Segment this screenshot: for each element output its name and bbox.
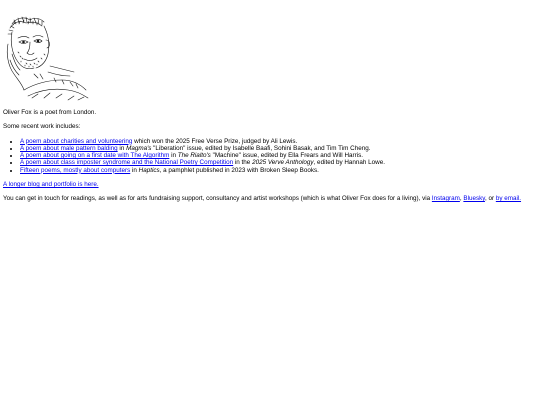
page: Oliver Fox is a poet from London. Some r…: [0, 0, 540, 405]
list-item: A poem about male pattern balding in Mag…: [20, 145, 537, 152]
bluesky-link[interactable]: Bluesky: [463, 195, 485, 202]
list-item: Fifteen poems, mostly about computers in…: [20, 167, 537, 174]
instagram-link[interactable]: Instagram: [432, 195, 460, 202]
self-portrait-sketch-icon: [4, 14, 90, 102]
main-content: Oliver Fox is a poet from London. Some r…: [3, 109, 537, 203]
recent-work-heading: Some recent work includes:: [3, 123, 81, 131]
publication-title: Haptics: [138, 166, 160, 174]
email-link[interactable]: by email.: [496, 195, 521, 202]
work-link-fifteen-poems[interactable]: Fifteen poems, mostly about computers: [20, 167, 130, 174]
work-link-class-imposter[interactable]: A poem about class imposter syndrome and…: [20, 159, 233, 166]
blog-paragraph: A longer blog and portfolio is here.: [3, 181, 537, 188]
contact-text: You can get in touch for readings, as we…: [3, 195, 432, 203]
work-detail: in the: [233, 159, 253, 167]
publication-title: 2025 Verve Anthology: [252, 159, 314, 167]
work-detail: which won the 2025 Free Verse Prize, jud…: [132, 137, 298, 145]
work-link-charities[interactable]: A poem about charities and volunteering: [20, 138, 132, 145]
work-detail: in: [117, 144, 127, 152]
work-link-balding[interactable]: A poem about male pattern balding: [20, 145, 118, 152]
intro-text: Oliver Fox is a poet from London.: [3, 109, 97, 116]
work-detail: "Machine" issue, edited by Ella Frears a…: [210, 152, 363, 160]
work-detail: in: [169, 152, 178, 160]
publication-title: The Rialto's: [177, 152, 211, 160]
list-item: A poem about charities and volunteering …: [20, 138, 537, 145]
blog-portfolio-link[interactable]: A longer blog and portfolio is here.: [3, 181, 99, 188]
contact-separator: , or: [484, 195, 496, 203]
works-list: A poem about charities and volunteering …: [3, 138, 537, 174]
work-detail: "Liberation" issue, edited by Isabelle B…: [151, 144, 371, 152]
work-detail: in: [130, 166, 139, 174]
publication-title: Magma's: [126, 144, 152, 152]
work-detail: , edited by Hannah Lowe.: [313, 159, 385, 167]
contact-paragraph: You can get in touch for readings, as we…: [3, 195, 537, 202]
list-item: A poem about going on a first date with …: [20, 152, 537, 159]
list-item: A poem about class imposter syndrome and…: [20, 159, 537, 166]
work-link-algorithm[interactable]: A poem about going on a first date with …: [20, 152, 169, 159]
work-detail: , a pamphlet published in 2023 with Brok…: [159, 166, 319, 174]
